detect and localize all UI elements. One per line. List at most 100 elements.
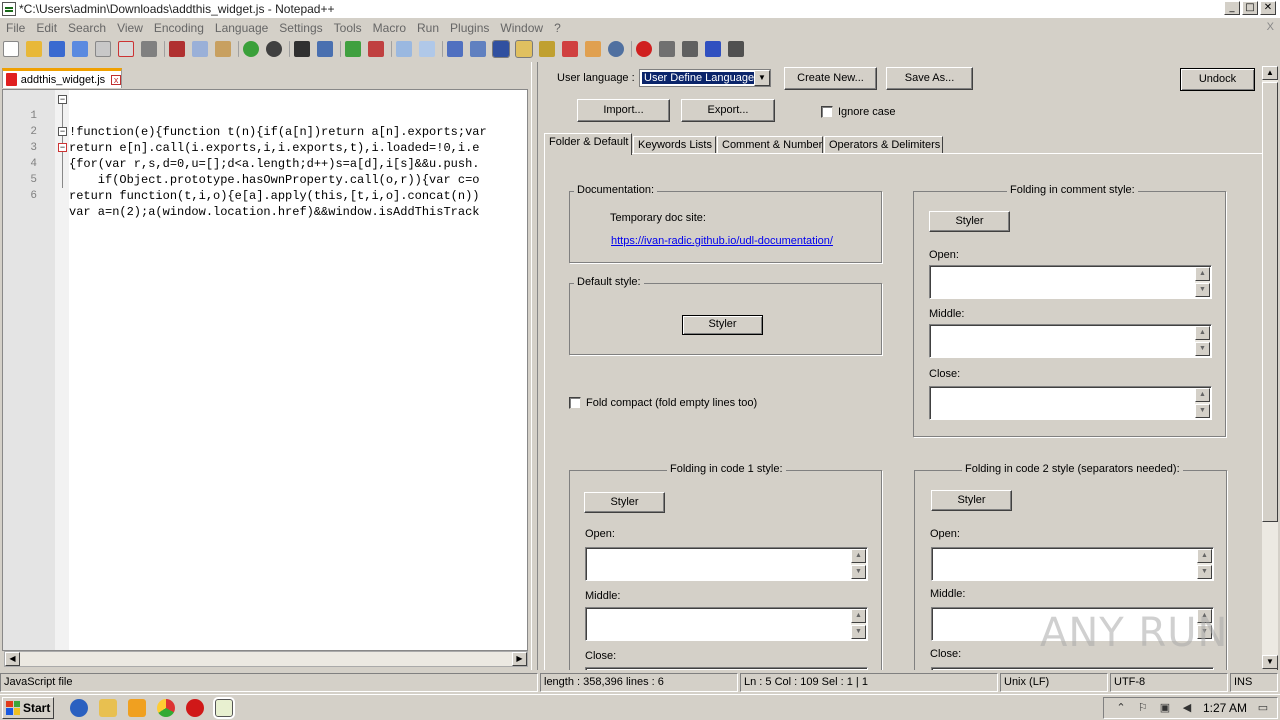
import-button[interactable]: Import... <box>577 99 670 122</box>
close-button[interactable]: ✕ <box>1260 1 1276 15</box>
chevron-down-icon[interactable]: ▼ <box>754 70 770 86</box>
menu-view[interactable]: View <box>113 21 147 35</box>
folder-as-workspace-icon[interactable] <box>585 41 601 57</box>
folding-comment-open-field[interactable]: ▲ ▼ <box>929 265 1212 299</box>
sync-horizontal-icon[interactable] <box>419 41 435 57</box>
clock[interactable]: 1:27 AM <box>1203 701 1247 715</box>
save-icon[interactable] <box>49 41 65 57</box>
scroll-right-icon[interactable]: ▶ <box>512 652 527 666</box>
folding-code2-close-field[interactable] <box>931 667 1214 670</box>
explorer-icon[interactable] <box>99 698 117 717</box>
udl-documentation-link[interactable]: https://ivan-radic.github.io/udl-documen… <box>611 235 833 247</box>
tab-operators-delimiters[interactable]: Operators & Delimiters <box>824 136 943 154</box>
folding-comment-styler-button[interactable]: Styler <box>929 211 1010 232</box>
undock-button[interactable]: Undock <box>1180 68 1255 91</box>
scroll-up-icon[interactable]: ▲ <box>1195 388 1210 402</box>
code-editor[interactable]: − − − 1 !function(e){function t(n){if(a[… <box>2 89 528 651</box>
monitoring-icon[interactable] <box>608 41 624 57</box>
zoom-in-icon[interactable] <box>345 41 361 57</box>
scroll-left-icon[interactable]: ◀ <box>5 652 20 666</box>
menu-run[interactable]: Run <box>413 21 443 35</box>
copy-icon[interactable] <box>192 41 208 57</box>
folding-code2-styler-button[interactable]: Styler <box>931 490 1012 511</box>
scroll-up-icon[interactable]: ▲ <box>851 549 866 563</box>
indent-guide-icon[interactable] <box>492 40 510 58</box>
tab-close-icon[interactable]: x <box>111 74 121 85</box>
menu-search[interactable]: Search <box>64 21 110 35</box>
open-file-icon[interactable] <box>26 41 42 57</box>
editor-horizontal-scrollbar[interactable]: ◀ ▶ <box>4 651 528 667</box>
show-desktop-icon[interactable]: ▭ <box>1257 702 1269 714</box>
scroll-up-icon[interactable]: ▲ <box>1195 267 1210 281</box>
folding-code1-middle-field[interactable]: ▲ ▼ <box>585 607 868 641</box>
new-file-icon[interactable] <box>3 41 19 57</box>
scroll-up-icon[interactable]: ▲ <box>851 609 866 623</box>
find-icon[interactable] <box>294 41 310 57</box>
user-language-select[interactable]: User Define Language ▼ <box>639 69 771 87</box>
menu-edit[interactable]: Edit <box>32 21 61 35</box>
scroll-up-icon[interactable]: ▲ <box>1197 549 1212 563</box>
scroll-down-icon[interactable]: ▼ <box>851 625 866 639</box>
folding-code1-close-field[interactable] <box>585 667 868 670</box>
folding-code1-open-field[interactable]: ▲ ▼ <box>585 547 868 581</box>
menu-macro[interactable]: Macro <box>369 21 410 35</box>
default-style-styler-button[interactable]: Styler <box>682 315 763 335</box>
ignore-case-checkbox[interactable] <box>821 106 833 118</box>
volume-icon[interactable]: ◀ <box>1181 702 1193 714</box>
play-macro-icon[interactable] <box>682 41 698 57</box>
folding-comment-middle-field[interactable]: ▲ ▼ <box>929 324 1212 358</box>
tab-comment-number[interactable]: Comment & Number <box>717 136 823 154</box>
save-macro-icon[interactable] <box>728 41 744 57</box>
folding-comment-close-field[interactable]: ▲ ▼ <box>929 386 1212 420</box>
save-as-button[interactable]: Save As... <box>886 67 973 90</box>
scroll-down-icon[interactable]: ▼ <box>1262 655 1278 669</box>
paste-icon[interactable] <box>215 41 231 57</box>
export-button[interactable]: Export... <box>681 99 775 122</box>
redo-icon[interactable] <box>266 41 282 57</box>
tab-addthis-widget[interactable]: addthis_widget.js x <box>2 68 122 88</box>
scroll-down-icon[interactable]: ▼ <box>1197 565 1212 579</box>
replace-icon[interactable] <box>317 41 333 57</box>
chevron-up-icon[interactable]: ⌃ <box>1115 702 1127 714</box>
scroll-up-icon[interactable]: ▲ <box>1262 66 1278 80</box>
zoom-out-icon[interactable] <box>368 41 384 57</box>
folding-code2-open-field[interactable]: ▲ ▼ <box>931 547 1214 581</box>
opera-icon[interactable] <box>186 698 204 717</box>
run-macro-multiple-icon[interactable] <box>705 41 721 57</box>
notepadpp-taskbar-icon[interactable] <box>213 696 235 719</box>
scroll-down-icon[interactable]: ▼ <box>851 565 866 579</box>
scroll-up-icon[interactable]: ▲ <box>1195 326 1210 340</box>
menu-help[interactable]: ? <box>550 21 565 35</box>
scrollbar-thumb[interactable] <box>1262 82 1278 522</box>
menu-plugins[interactable]: Plugins <box>446 21 493 35</box>
panel-splitter[interactable] <box>531 62 538 670</box>
scroll-down-icon[interactable]: ▼ <box>1195 342 1210 356</box>
user-defined-language-icon[interactable] <box>515 40 533 58</box>
tab-keywords-lists[interactable]: Keywords Lists <box>633 136 716 154</box>
stop-macro-icon[interactable] <box>659 41 675 57</box>
cut-icon[interactable] <box>169 41 185 57</box>
ie-icon[interactable] <box>70 698 88 717</box>
tab-folder-default[interactable]: Folder & Default <box>544 133 632 155</box>
doc-map-icon[interactable] <box>539 41 555 57</box>
menu-tools[interactable]: Tools <box>330 21 366 35</box>
undo-icon[interactable] <box>243 41 259 57</box>
action-center-flag-icon[interactable]: ⚐ <box>1137 702 1149 714</box>
start-button[interactable]: Start <box>2 696 54 719</box>
scroll-down-icon[interactable]: ▼ <box>1195 404 1210 418</box>
save-all-icon[interactable] <box>72 41 88 57</box>
word-wrap-icon[interactable] <box>447 41 463 57</box>
close-file-icon[interactable] <box>95 41 111 57</box>
sync-vertical-icon[interactable] <box>396 41 412 57</box>
show-all-chars-icon[interactable] <box>470 41 486 57</box>
network-icon[interactable]: ▣ <box>1159 702 1171 714</box>
menu-settings[interactable]: Settings <box>275 21 326 35</box>
media-player-icon[interactable] <box>128 698 146 717</box>
function-list-icon[interactable] <box>562 41 578 57</box>
maximize-button[interactable]: □ <box>1242 1 1258 15</box>
minimize-button[interactable]: _ <box>1224 1 1240 15</box>
folding-code1-styler-button[interactable]: Styler <box>584 492 665 513</box>
chrome-icon[interactable] <box>157 698 175 717</box>
menu-file[interactable]: File <box>2 21 29 35</box>
record-macro-icon[interactable] <box>636 41 652 57</box>
